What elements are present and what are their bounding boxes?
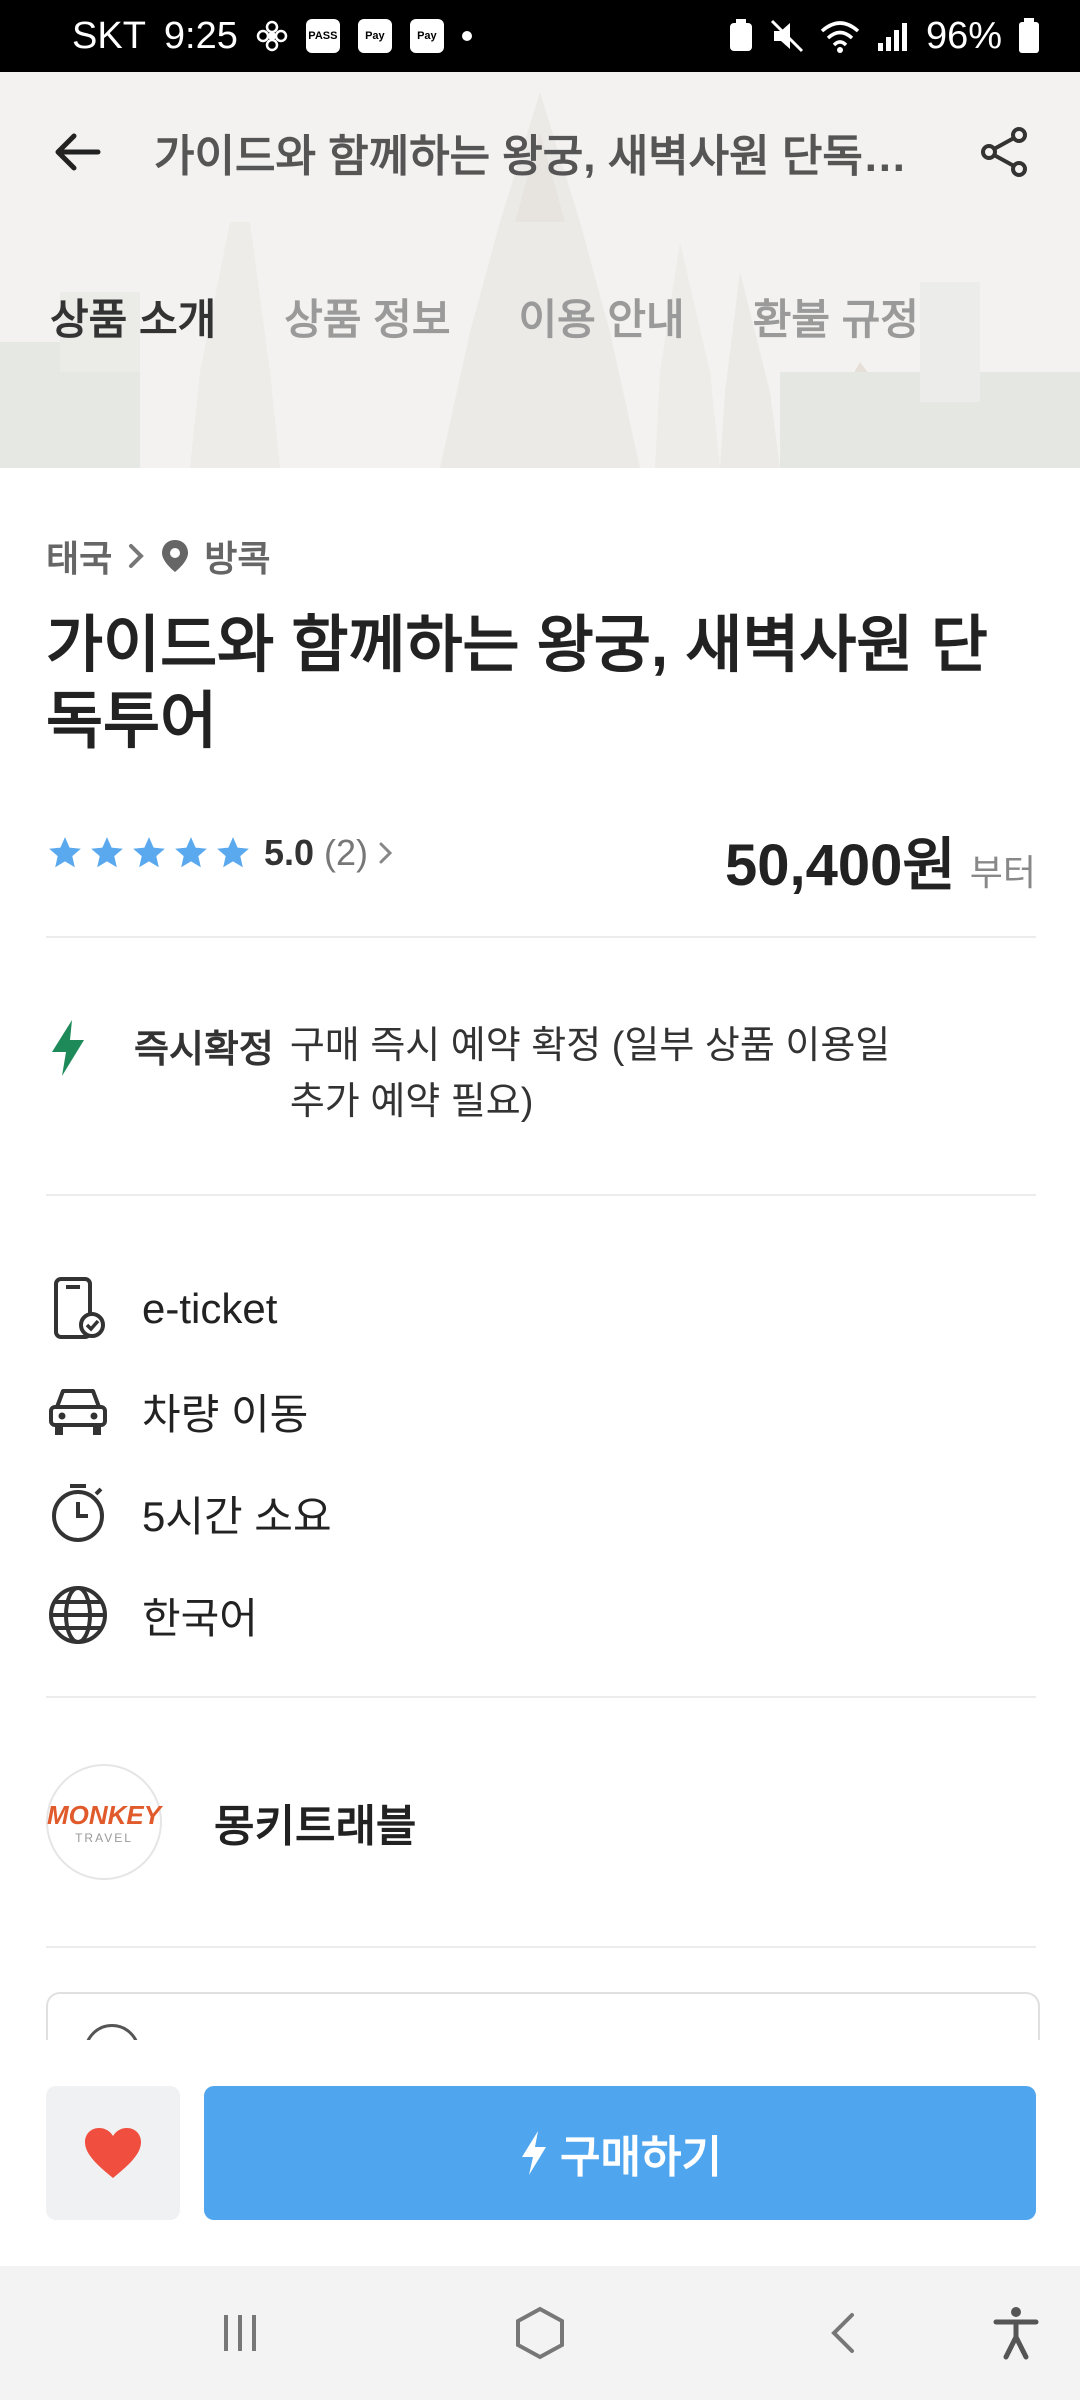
lightning-icon [522, 2131, 547, 2175]
star-icon [49, 837, 81, 868]
back-chevron-icon [831, 2313, 854, 2353]
feature-label: e-ticket [142, 1285, 278, 1332]
feature-item: 한국어 [46, 1564, 1036, 1666]
accessibility-button[interactable] [976, 2293, 1056, 2373]
back-nav-button[interactable] [804, 2293, 884, 2373]
lightning-icon [52, 1020, 84, 1076]
breadcrumb-city[interactable]: 방콕 [204, 530, 270, 582]
globe-icon [46, 1583, 110, 1647]
wishlist-button[interactable] [46, 2086, 180, 2220]
back-arrow-icon [55, 133, 101, 171]
star-icon [175, 837, 207, 868]
seller-logo-text: MONKEY [46, 1799, 162, 1830]
fan-icon [256, 20, 288, 52]
home-icon [516, 2306, 564, 2360]
tab-product-intro[interactable]: 상품 소개 [50, 286, 216, 347]
section-tabs: 상품 소개 상품 정보 이용 안내 환불 규정 [50, 286, 919, 347]
share-button[interactable] [964, 112, 1044, 192]
divider [46, 936, 1036, 938]
timer-icon [46, 1481, 110, 1545]
heart-icon [85, 2128, 141, 2178]
recent-apps-button[interactable] [200, 2293, 280, 2373]
buy-button[interactable]: 구매하기 [204, 2086, 1036, 2220]
system-nav-bar [0, 2266, 1080, 2400]
instant-confirm-info: 즉시확정 구매 즉시 예약 확정 (일부 상품 이용일 추가 예약 필요) [46, 1018, 1036, 1130]
breadcrumb: 태국 방콕 [46, 530, 271, 582]
pass-app-icon: PASS [305, 19, 340, 53]
bottom-action-bar: 구매하기 [0, 2040, 1080, 2266]
wifi-icon [820, 21, 860, 53]
tab-usage-guide[interactable]: 이용 안내 [518, 286, 684, 347]
feature-item: 차량 이동 [46, 1360, 1036, 1462]
seller-name: 몽키트래블 [214, 1802, 417, 1851]
mobile-ticket-icon [46, 1277, 110, 1341]
hero-header: 가이드와 함께하는 왕궁, 새벽사원 단독투어 상품 소개 상품 정보 이용 안… [0, 72, 1080, 468]
location-pin-icon [162, 540, 189, 572]
price-suffix: 부터 [969, 852, 1036, 893]
home-button[interactable] [500, 2293, 580, 2373]
product-title: 가이드와 함께하는 왕궁, 새벽사원 단독투어 [46, 611, 988, 756]
pay-app-icon: Pay [357, 19, 392, 53]
feature-label: 5시간 소요 [142, 1492, 332, 1540]
instant-confirm-label: 즉시확정 [134, 1029, 274, 1071]
rating-row: 5.0 (2) 50,400원 부터 [46, 818, 1036, 898]
more-notifications-dot [461, 31, 472, 41]
buy-button-label: 구매하기 [560, 2133, 722, 2182]
feature-list: e-ticket 차량 이동 5시간 소요 한국어 [46, 1258, 1036, 1666]
seller-logo: MONKEY TRAVEL [46, 1764, 162, 1880]
tab-product-info[interactable]: 상품 정보 [284, 286, 450, 347]
accessibility-icon [993, 2307, 1039, 2360]
chevron-right-icon [129, 544, 145, 568]
recent-apps-icon [224, 2315, 256, 2351]
review-count[interactable]: (2) [324, 832, 368, 874]
status-bar: SKT 9:25 PASS Pay Pay 96% [0, 0, 1080, 72]
share-icon [981, 127, 1027, 177]
star-icon [133, 837, 165, 868]
carrier-label: SKT [72, 14, 146, 57]
back-button[interactable] [38, 112, 118, 192]
pay-app-icon-2: Pay [409, 19, 444, 53]
feature-item: 5시간 소요 [46, 1462, 1036, 1564]
rating-stars[interactable] [46, 834, 252, 872]
feature-label: 차량 이동 [142, 1390, 309, 1438]
price-amount: 50,400원 [724, 833, 956, 898]
divider [46, 1946, 1036, 1948]
star-icon [91, 837, 123, 868]
signal-icon [877, 23, 907, 51]
battery-icon [1019, 18, 1039, 53]
instant-confirm-description: 구매 즉시 예약 확정 (일부 상품 이용일 추가 예약 필요) [289, 1025, 891, 1123]
header-title: 가이드와 함께하는 왕궁, 새벽사원 단독투어 [154, 132, 934, 181]
top-app-bar: 가이드와 함께하는 왕궁, 새벽사원 단독투어 [0, 112, 1080, 192]
price: 50,400원 부터 [725, 818, 1036, 902]
divider [46, 1194, 1036, 1196]
car-icon [46, 1379, 110, 1443]
mute-icon [770, 19, 803, 53]
feature-item: e-ticket [46, 1258, 1036, 1360]
battery-saver-icon [729, 19, 752, 51]
battery-percent: 96% [925, 14, 1002, 57]
breadcrumb-country[interactable]: 태국 [46, 530, 112, 582]
rating-score[interactable]: 5.0 [264, 832, 314, 874]
chevron-right-icon[interactable] [378, 840, 394, 866]
feature-label: 한국어 [142, 1594, 258, 1642]
divider [46, 1696, 1036, 1698]
clock: 9:25 [163, 14, 238, 57]
seller-logo-subtext: TRAVEL [75, 1830, 133, 1845]
star-icon [217, 837, 249, 868]
tab-refund-policy[interactable]: 환불 규정 [753, 286, 919, 347]
seller-row[interactable]: MONKEY TRAVEL 몽키트래블 [46, 1764, 416, 1880]
